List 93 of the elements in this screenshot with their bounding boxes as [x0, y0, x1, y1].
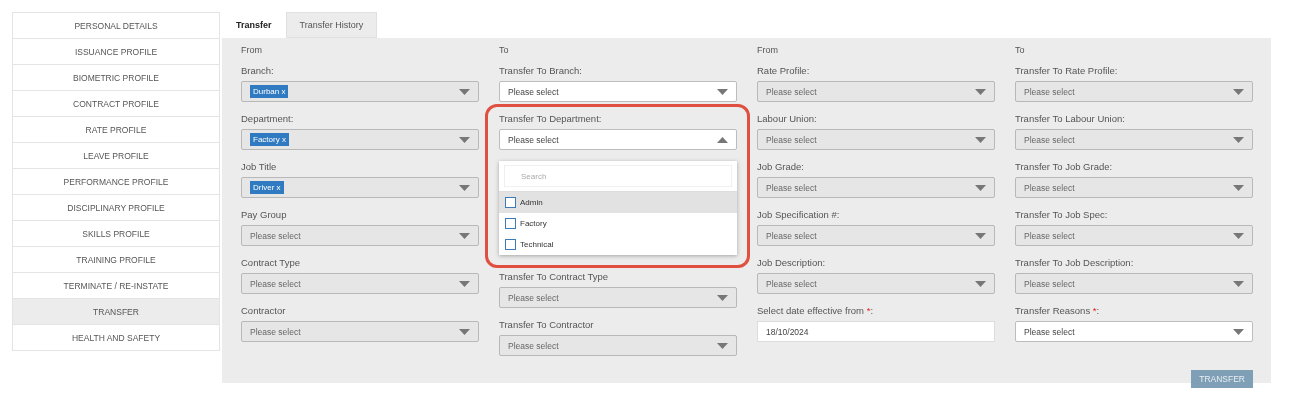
select-placeholder: Please select [250, 278, 301, 289]
select-placeholder: Please select [766, 86, 817, 97]
select-field[interactable]: Please select [499, 129, 737, 150]
field-label: Transfer To Labour Union: [1015, 113, 1126, 125]
field-label: Job Title [241, 161, 278, 173]
select-placeholder: Please select [508, 292, 559, 303]
column-heading: To [1015, 44, 1026, 56]
sidebar-item[interactable]: TRANSFER [12, 299, 220, 325]
field-label: Branch: [241, 65, 275, 77]
column-heading: From [241, 44, 263, 56]
select-placeholder: Please select [766, 230, 817, 241]
dropdown-option[interactable]: Technical [499, 234, 737, 255]
field-label: Department: [241, 113, 295, 125]
select-placeholder: Please select [250, 230, 301, 241]
sidebar-item[interactable]: TRAINING PROFILE [12, 247, 220, 273]
select-field[interactable]: Please select [1015, 321, 1253, 342]
field-label: Transfer To Contract Type [499, 271, 610, 283]
field-label: Transfer To Branch: [499, 65, 583, 77]
sidebar-item[interactable]: RATE PROFILE [12, 117, 220, 143]
caret-down-icon [1233, 88, 1244, 95]
field-label: Rate Profile: [757, 65, 811, 77]
select-field[interactable]: Please select [499, 81, 737, 102]
select-placeholder: Please select [1024, 86, 1075, 97]
caret-up-icon [717, 136, 728, 143]
caret-down-icon [1233, 232, 1244, 239]
caret-down-icon [459, 232, 470, 239]
caret-down-icon [1233, 136, 1244, 143]
sidebar-item[interactable]: LEAVE PROFILE [12, 143, 220, 169]
sidebar-item[interactable]: PERFORMANCE PROFILE [12, 169, 220, 195]
field-label: Job Grade: [757, 161, 805, 173]
select-placeholder: Please select [1024, 182, 1075, 193]
caret-down-icon [1233, 328, 1244, 335]
field-label: Transfer To Rate Profile: [1015, 65, 1119, 77]
select-placeholder: Please select [766, 134, 817, 145]
select-placeholder: Please select [1024, 230, 1075, 241]
tab[interactable]: Transfer History [285, 12, 378, 38]
caret-down-icon [1233, 280, 1244, 287]
select-placeholder: Please select [508, 134, 559, 145]
field-label: Transfer To Job Spec: [1015, 209, 1109, 221]
checkbox[interactable] [505, 218, 516, 229]
caret-down-icon [717, 88, 728, 95]
caret-down-icon [975, 136, 986, 143]
sidebar-item[interactable]: TERMINATE / RE-INSTATE [12, 273, 220, 299]
select-placeholder: Please select [1024, 134, 1075, 145]
field-label: Job Specification #: [757, 209, 841, 221]
caret-down-icon [975, 88, 986, 95]
search-field[interactable]: Search [504, 165, 732, 187]
caret-down-icon [975, 280, 986, 287]
select-placeholder: Please select [1024, 278, 1075, 289]
column-heading: From [757, 44, 779, 56]
select-placeholder: Please select [1024, 326, 1075, 337]
option-label: Factory [520, 219, 547, 228]
caret-down-icon [459, 88, 470, 95]
field-label: Transfer To Job Description: [1015, 257, 1135, 269]
sidebar-item[interactable]: ISSUANCE PROFILE [12, 39, 220, 65]
field-label: Transfer Reasons *: [1015, 305, 1101, 317]
field-label: Transfer To Department: [499, 113, 603, 125]
field-label: Job Description: [757, 257, 827, 269]
option-label: Technical [520, 240, 554, 249]
date-field[interactable]: 18/10/2024 [757, 321, 995, 342]
sidebar-item[interactable]: CONTRACT PROFILE [12, 91, 220, 117]
field-label: Select date effective from *: [757, 305, 874, 317]
field-label: Contract Type [241, 257, 301, 269]
caret-down-icon [459, 136, 470, 143]
dropdown-option[interactable]: Admin [499, 192, 737, 213]
caret-down-icon [1233, 184, 1244, 191]
sidebar-item[interactable]: BIOMETRIC PROFILE [12, 65, 220, 91]
sidebar-item[interactable]: SKILLS PROFILE [12, 221, 220, 247]
select-placeholder: Please select [250, 326, 301, 337]
field-label: Transfer To Contractor [499, 319, 595, 331]
field-label: Transfer To Job Grade: [1015, 161, 1114, 173]
option-label: Admin [520, 198, 543, 207]
caret-down-icon [459, 184, 470, 191]
sidebar-item[interactable]: HEALTH AND SAFETY [12, 325, 220, 351]
select-placeholder: Please select [766, 278, 817, 289]
field-label: Contractor [241, 305, 287, 317]
select-placeholder: Please select [508, 340, 559, 351]
caret-down-icon [459, 280, 470, 287]
caret-down-icon [459, 328, 470, 335]
sidebar-item[interactable]: PERSONAL DETAILS [12, 12, 220, 39]
sidebar-item[interactable]: DISCIPLINARY PROFILE [12, 195, 220, 221]
select-placeholder: Please select [766, 182, 817, 193]
caret-down-icon [975, 184, 986, 191]
field-label: Labour Union: [757, 113, 818, 125]
select-placeholder: Please select [508, 86, 559, 97]
caret-down-icon [717, 294, 728, 301]
column-heading: To [499, 44, 510, 56]
field-label: Pay Group [241, 209, 288, 221]
caret-down-icon [975, 232, 986, 239]
checkbox[interactable] [505, 239, 516, 250]
dropdown-option[interactable]: Factory [499, 213, 737, 234]
checkbox[interactable] [505, 197, 516, 208]
caret-down-icon [717, 342, 728, 349]
